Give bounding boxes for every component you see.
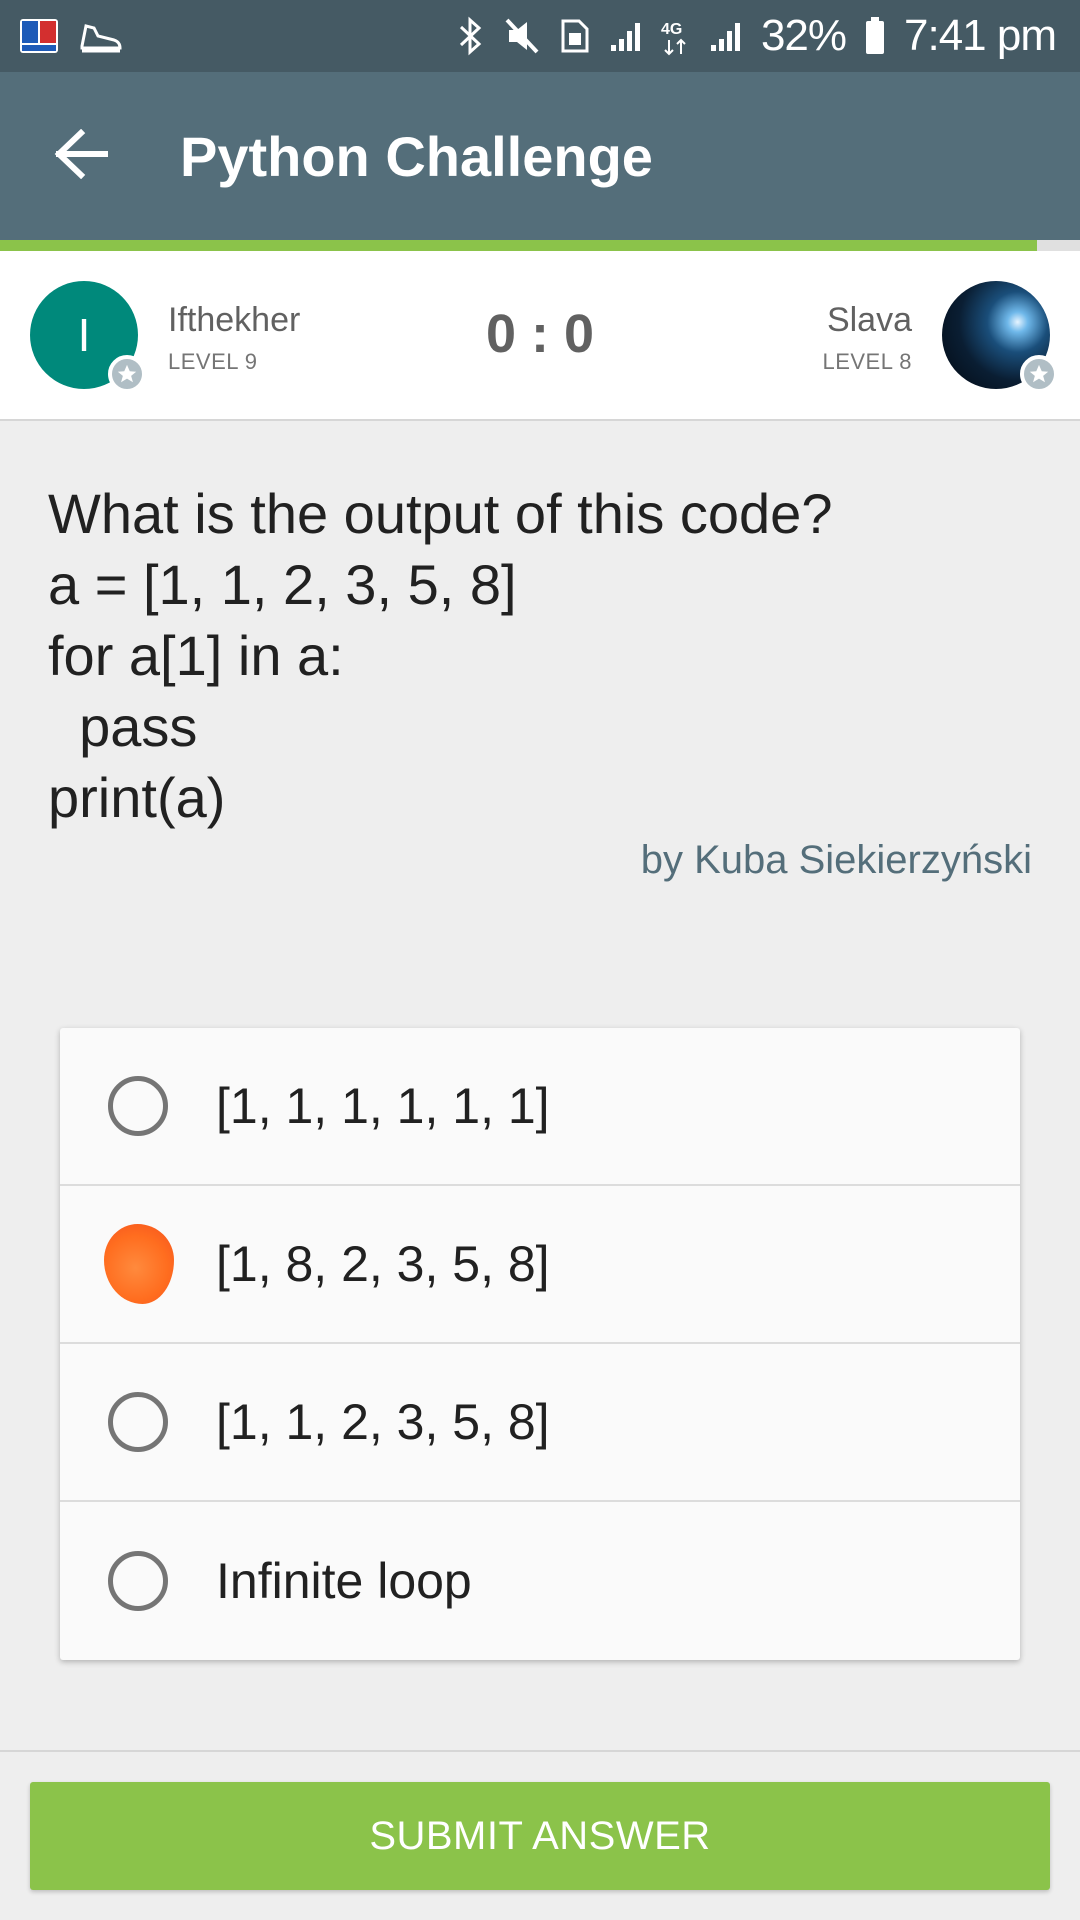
answer-option-2[interactable]: [1, 8, 2, 3, 5, 8]	[60, 1186, 1020, 1344]
star-icon	[1020, 355, 1058, 393]
sim-icon	[559, 17, 591, 55]
answer-option-3[interactable]: [1, 1, 2, 3, 5, 8]	[60, 1344, 1020, 1502]
signal-icon	[709, 19, 743, 53]
bluetooth-icon	[457, 16, 485, 56]
dictionary-app-icon	[18, 15, 60, 57]
status-right: 4G 32% 7:41 pm	[457, 11, 1057, 61]
answer-option-1[interactable]: [1, 1, 1, 1, 1, 1]	[60, 1028, 1020, 1186]
submit-answer-button[interactable]: SUBMIT ANSWER	[30, 1782, 1050, 1890]
battery-icon	[864, 16, 886, 56]
answer-option-label: [1, 8, 2, 3, 5, 8]	[216, 1236, 550, 1292]
radio-button[interactable]	[108, 1551, 168, 1611]
question-author: by Kuba Siekierzyński	[640, 838, 1032, 882]
battery-percent: 32%	[760, 11, 847, 60]
footer-divider	[0, 1750, 1080, 1752]
question-text: What is the output of this code? a = [1,…	[48, 482, 833, 829]
player-right-name: Slava	[826, 301, 912, 339]
avatar-player-right[interactable]	[942, 281, 1058, 393]
toolbar: Python Challenge	[0, 72, 1080, 240]
status-bar: 4G 32% 7:41 pm	[0, 0, 1080, 72]
shoe-icon	[78, 18, 122, 54]
progress-bar	[0, 240, 1080, 251]
page-title: Python Challenge	[180, 124, 653, 188]
clock: 7:41 pm	[904, 11, 1057, 60]
4g-icon: 4G	[661, 16, 691, 56]
progress-fill	[0, 240, 1037, 251]
arrow-left-icon	[53, 128, 109, 184]
mute-icon	[503, 16, 541, 56]
answer-option-label: [1, 1, 1, 1, 1, 1]	[216, 1078, 550, 1134]
answer-option-label: [1, 1, 2, 3, 5, 8]	[216, 1394, 550, 1450]
status-left	[18, 15, 122, 57]
player-right-level: LEVEL 8	[822, 349, 912, 374]
radio-button-selected[interactable]	[104, 1224, 174, 1304]
radio-button[interactable]	[108, 1076, 168, 1136]
signal-icon	[609, 19, 643, 53]
answer-option-label: Infinite loop	[216, 1553, 472, 1609]
score: 0 : 0	[485, 304, 595, 364]
svg-text:4G: 4G	[661, 21, 682, 38]
answer-option-4[interactable]: Infinite loop	[60, 1502, 1020, 1660]
players-header: I Ifthekher LEVEL 9 0 : 0 Slava LEVEL 8	[0, 251, 1080, 421]
back-button[interactable]	[26, 101, 136, 211]
answer-options: [1, 1, 1, 1, 1, 1] [1, 8, 2, 3, 5, 8] [1…	[60, 1028, 1020, 1660]
radio-button[interactable]	[108, 1392, 168, 1452]
